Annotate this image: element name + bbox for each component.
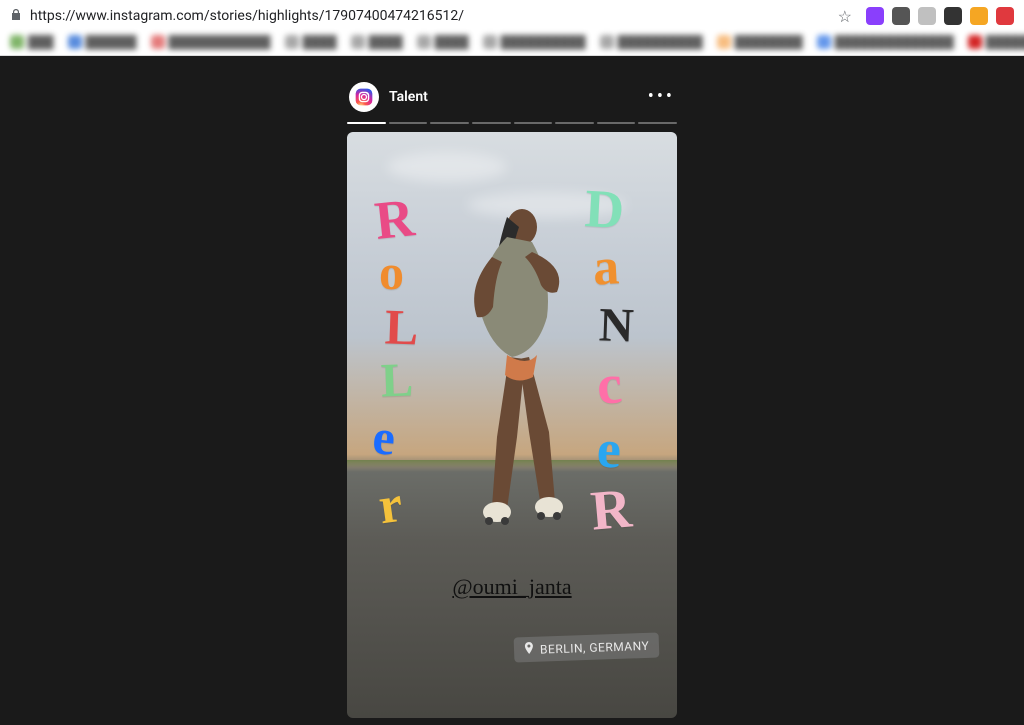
bookmark-item[interactable]: ██████ (68, 35, 137, 49)
avatar[interactable] (349, 82, 379, 112)
lock-icon (10, 8, 22, 24)
decorative-letter: e (596, 422, 622, 477)
story-header: Talent ••• (347, 76, 677, 122)
decorative-letter: c (595, 356, 624, 414)
decorative-letter: o (379, 247, 404, 297)
bookmark-item[interactable]: ██████████ (483, 35, 586, 49)
url-text: https://www.instagram.com/stories/highli… (30, 8, 824, 24)
decorative-letter: N (598, 301, 634, 350)
progress-segment[interactable] (514, 122, 553, 124)
story-media[interactable]: RoLLerDaNceR @oumi_janta BERLIN, GERMANY… (347, 132, 677, 718)
decorative-letter: a (592, 241, 621, 294)
bookmark-item[interactable]: ████ (351, 35, 403, 49)
progress-bar (347, 122, 677, 124)
extension-icon[interactable] (892, 7, 910, 25)
more-button[interactable]: ••• (648, 88, 675, 106)
bookmark-item[interactable]: ██████████ (968, 35, 1024, 49)
progress-segment[interactable] (597, 122, 636, 124)
location-sticker[interactable]: BERLIN, GERMANY (513, 632, 659, 662)
instagram-icon (354, 87, 374, 107)
star-icon[interactable]: ☆ (832, 7, 858, 26)
bookmark-item[interactable]: ██████████████ (817, 35, 954, 49)
extensions-tray (866, 7, 1014, 25)
progress-segment[interactable] (389, 122, 428, 124)
bookmarks-bar: ███ ██████ ████████████ ████ ████ ████ █… (0, 30, 1024, 54)
browser-chrome: https://www.instagram.com/stories/highli… (0, 0, 1024, 56)
progress-segment[interactable] (638, 122, 677, 124)
bookmark-item[interactable]: ████ (417, 35, 469, 49)
bookmark-item[interactable]: ████ (285, 35, 337, 49)
decorative-letter: r (375, 479, 405, 534)
mention-handle[interactable]: @oumi_janta (452, 574, 571, 600)
story-container: Talent ••• (347, 76, 677, 718)
progress-segment[interactable] (430, 122, 469, 124)
location-text: BERLIN, GERMANY (540, 638, 650, 656)
extension-icon[interactable] (970, 7, 988, 25)
bookmark-item[interactable]: ████████ (717, 35, 803, 49)
progress-segment[interactable] (472, 122, 511, 124)
bookmark-item[interactable]: ███ (10, 35, 54, 49)
extension-icon[interactable] (918, 7, 936, 25)
decorative-letter: L (384, 301, 419, 352)
extension-icon[interactable] (996, 7, 1014, 25)
extension-icon[interactable] (866, 7, 884, 25)
decorative-letter: R (589, 480, 634, 539)
address-bar[interactable]: https://www.instagram.com/stories/highli… (0, 0, 1024, 30)
story-viewer: Talent ••• (0, 56, 1024, 725)
bookmark-item[interactable]: ██████████ (600, 35, 703, 49)
progress-segment[interactable] (347, 122, 386, 124)
person-silhouette (437, 207, 587, 527)
decorative-letter: L (380, 356, 414, 405)
story-title[interactable]: Talent (389, 89, 428, 105)
progress-segment[interactable] (555, 122, 594, 124)
pin-icon (524, 642, 535, 657)
extension-icon[interactable] (944, 7, 962, 25)
decorative-letter: e (371, 411, 397, 463)
bookmark-item[interactable]: ████████████ (151, 35, 271, 49)
decorative-letter: D (584, 181, 626, 237)
decorative-letter: R (372, 190, 416, 248)
